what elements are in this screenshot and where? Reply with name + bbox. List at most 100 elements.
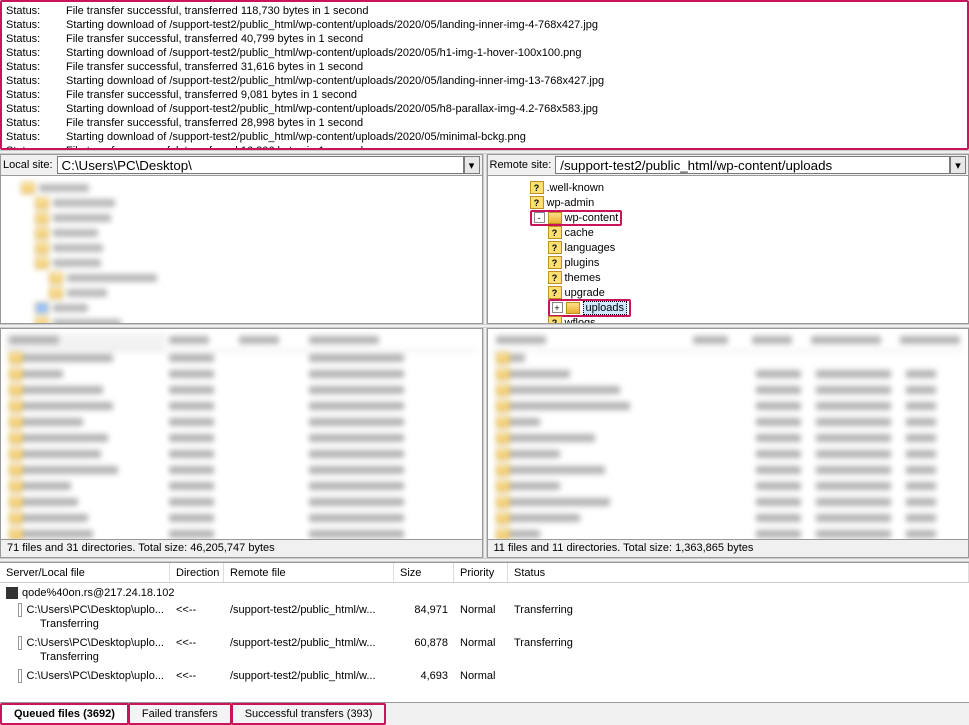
log-line: Status:Starting download of /support-tes… (6, 130, 963, 144)
tree-label: wflogs (565, 317, 596, 324)
queue-direction: <<-- (170, 604, 224, 616)
col-direction[interactable]: Direction (170, 563, 224, 582)
file-icon (18, 669, 22, 683)
tree-node-.well-known[interactable]: ?.well-known (494, 180, 963, 195)
server-icon (6, 587, 18, 599)
tree-node-wflogs[interactable]: ?wflogs (494, 315, 963, 323)
unknown-folder-icon: ? (548, 256, 562, 269)
folder-icon (566, 302, 580, 314)
remote-site-header: Remote site: ▾ (488, 155, 969, 176)
remote-tree[interactable]: ?.well-known?wp-admin-wp-content?cache?l… (488, 176, 969, 323)
tree-label: .well-known (547, 182, 604, 194)
col-priority[interactable]: Priority (454, 563, 508, 582)
queue-status: Transferring (508, 637, 969, 649)
expand-icon[interactable]: + (552, 302, 563, 313)
queue-row[interactable]: C:\Users\PC\Desktop\uplo...<<--/support-… (0, 634, 969, 651)
tree-label: upgrade (565, 287, 605, 299)
tree-label: plugins (565, 257, 600, 269)
log-label: Status: (6, 46, 66, 60)
log-label: Status: (6, 32, 66, 46)
queue-host-text: qode%40on.rs@217.24.18.102 (22, 587, 174, 599)
queue-status: Transferring (508, 604, 969, 616)
queue-body[interactable]: qode%40on.rs@217.24.18.102 C:\Users\PC\D… (0, 583, 969, 702)
log-line: Status:File transfer successful, transfe… (6, 88, 963, 102)
queue-direction: <<-- (170, 637, 224, 649)
unknown-folder-icon: ? (548, 316, 562, 323)
expand-icon[interactable]: - (534, 212, 545, 223)
tree-label: cache (565, 227, 594, 239)
tree-label: uploads (583, 301, 628, 315)
log-line: Status:File transfer successful, transfe… (6, 144, 963, 150)
tree-label: wp-admin (547, 197, 595, 209)
chevron-down-icon: ▾ (955, 159, 961, 172)
log-line: Status:File transfer successful, transfe… (6, 32, 963, 46)
queue-local-file: C:\Users\PC\Desktop\uplo... (26, 604, 164, 616)
unknown-folder-icon: ? (548, 286, 562, 299)
queue-tabs: Queued files (3692) Failed transfers Suc… (0, 702, 969, 725)
tab-queued[interactable]: Queued files (3692) (0, 703, 129, 725)
queue-header: Server/Local file Direction Remote file … (0, 563, 969, 583)
tree-label: wp-content (565, 212, 619, 224)
chevron-down-icon: ▾ (469, 159, 475, 172)
local-tree[interactable] (1, 176, 482, 323)
tree-node-uploads[interactable]: + uploads (494, 300, 963, 315)
local-site-label: Local site: (3, 159, 53, 171)
tree-node-wp-content[interactable]: - wp-content (494, 210, 963, 225)
tree-node-upgrade[interactable]: ?upgrade (494, 285, 963, 300)
log-label: Status: (6, 74, 66, 88)
col-size[interactable]: Size (394, 563, 454, 582)
col-status[interactable]: Status (508, 563, 969, 582)
local-file-list[interactable]: 71 files and 31 directories. Total size:… (0, 328, 483, 558)
remote-path-input[interactable] (555, 156, 950, 174)
file-icon (18, 636, 22, 650)
local-path-input[interactable] (57, 156, 464, 174)
queue-priority: Normal (454, 604, 508, 616)
remote-status: 11 files and 11 directories. Total size:… (488, 539, 969, 557)
queue-local-file: C:\Users\PC\Desktop\uplo... (26, 637, 164, 649)
log-message: File transfer successful, transferred 31… (66, 60, 363, 74)
log-message: File transfer successful, transferred 40… (66, 32, 363, 46)
tree-node-plugins[interactable]: ?plugins (494, 255, 963, 270)
tab-failed[interactable]: Failed transfers (128, 703, 232, 725)
queue-size: 4,693 (394, 670, 454, 682)
tree-node-languages[interactable]: ?languages (494, 240, 963, 255)
log-label: Status: (6, 4, 66, 18)
queue-host[interactable]: qode%40on.rs@217.24.18.102 (0, 585, 969, 601)
queue-priority: Normal (454, 637, 508, 649)
remote-file-list[interactable]: 11 files and 11 directories. Total size:… (487, 328, 969, 558)
log-label: Status: (6, 144, 66, 150)
local-path-dropdown[interactable]: ▾ (464, 156, 480, 174)
log-message: Starting download of /support-test2/publ… (66, 74, 604, 88)
log-line: Status:Starting download of /support-tes… (6, 74, 963, 88)
tree-node-cache[interactable]: ?cache (494, 225, 963, 240)
sites-row: Local site: ▾ Remote site: ▾ (0, 154, 969, 324)
unknown-folder-icon: ? (530, 196, 544, 209)
file-icon (18, 603, 22, 617)
queue-direction: <<-- (170, 670, 224, 682)
log-label: Status: (6, 88, 66, 102)
log-message: File transfer successful, transferred 11… (66, 4, 368, 18)
log-line: Status:Starting download of /support-tes… (6, 102, 963, 116)
unknown-folder-icon: ? (548, 226, 562, 239)
local-site-header: Local site: ▾ (1, 155, 482, 176)
tree-node-wp-admin[interactable]: ?wp-admin (494, 195, 963, 210)
tree-node-themes[interactable]: ?themes (494, 270, 963, 285)
status-log[interactable]: Status:File transfer successful, transfe… (0, 0, 969, 150)
log-message: File transfer successful, transferred 28… (66, 116, 363, 130)
col-server-local[interactable]: Server/Local file (0, 563, 170, 582)
queue-row[interactable]: C:\Users\PC\Desktop\uplo...<<--/support-… (0, 667, 969, 684)
log-label: Status: (6, 18, 66, 32)
tab-successful[interactable]: Successful transfers (393) (231, 703, 387, 725)
log-line: Status:File transfer successful, transfe… (6, 4, 963, 18)
remote-site-panel: Remote site: ▾ ?.well-known?wp-admin-wp-… (487, 154, 969, 324)
remote-path-dropdown[interactable]: ▾ (950, 156, 966, 174)
queue-remote-file: /support-test2/public_html/w... (224, 670, 394, 682)
col-remote[interactable]: Remote file (224, 563, 394, 582)
queue-priority: Normal (454, 670, 508, 682)
log-label: Status: (6, 116, 66, 130)
file-lists-row: 71 files and 31 directories. Total size:… (0, 328, 969, 558)
log-line: Status:File transfer successful, transfe… (6, 60, 963, 74)
queue-size: 84,971 (394, 604, 454, 616)
queue-row[interactable]: C:\Users\PC\Desktop\uplo...<<--/support-… (0, 601, 969, 618)
log-line: Status:Starting download of /support-tes… (6, 18, 963, 32)
